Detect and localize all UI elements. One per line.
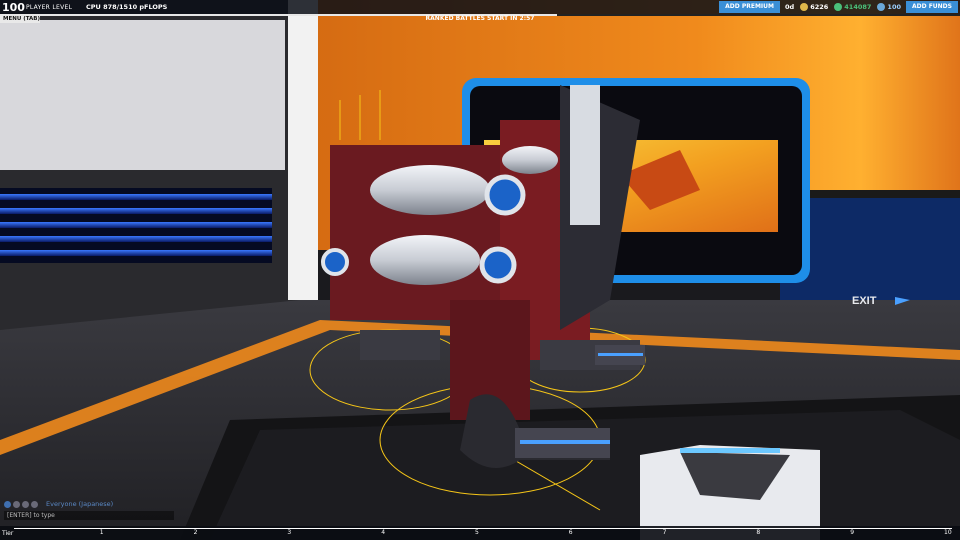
garage-scene: EXIT (0, 0, 960, 540)
premium-days-value: 0d (785, 3, 795, 11)
robits-stat: 6226 (800, 3, 828, 11)
tier-tick-4: 4 (381, 529, 386, 536)
exit-label: EXIT (852, 295, 877, 307)
player-level: 100 (2, 0, 25, 14)
star-icon (800, 3, 809, 11)
credits-value: 100 (887, 3, 901, 11)
menu-button[interactable]: MENU (TAB) (0, 16, 40, 23)
tier-ruler: Tier 1 2 3 4 5 6 7 8 9 10 (0, 526, 960, 540)
tier-tick-5: 5 (475, 529, 479, 536)
robits-value: 6226 (810, 3, 829, 11)
gems-stat: 414087 (834, 3, 871, 11)
tier-line (14, 528, 952, 529)
chat-party-icon[interactable] (13, 500, 20, 508)
gem-icon (834, 3, 843, 11)
tier-label: Tier (2, 530, 14, 537)
tier-tick-3: 3 (287, 529, 292, 536)
tier-tick-6: 6 (568, 529, 573, 536)
ranked-countdown: RANKED BATTLES START IN 2:57 (425, 15, 535, 22)
chat-input[interactable]: [ENTER] to type (4, 511, 174, 520)
currency-panel: ADD PREMIUM 0d 6226 414087 100 ADD FUNDS (717, 0, 960, 14)
tier-tick-1: 1 (99, 529, 104, 536)
add-funds-button[interactable]: ADD FUNDS (906, 1, 958, 13)
tier-tick-7: 7 (662, 529, 667, 536)
premium-days: 0d (785, 3, 794, 11)
gems-value: 414087 (844, 3, 872, 11)
chat-private-icon[interactable] (22, 500, 29, 508)
tier-tick-2: 2 (193, 529, 198, 536)
chat-panel: Everyone (Japanese) [ENTER] to type (4, 500, 174, 520)
blue-light-panel (0, 188, 272, 263)
add-premium-button[interactable]: ADD PREMIUM (719, 1, 780, 13)
credits-stat: 100 (877, 3, 901, 11)
chat-settings-icon[interactable] (31, 500, 38, 508)
tier-tick-9: 9 (850, 529, 855, 536)
tier-tick-10: 10 (944, 529, 952, 536)
chat-channel-label: Everyone (Japanese) (46, 500, 114, 508)
tier-tick-8: 8 (756, 529, 761, 536)
cpu-readout: CPU 878/1510 pFLOPS (86, 3, 168, 11)
credit-icon (877, 3, 886, 11)
player-level-label: PLAYER LEVEL (25, 3, 73, 11)
chat-channel-icon[interactable] (4, 500, 11, 508)
